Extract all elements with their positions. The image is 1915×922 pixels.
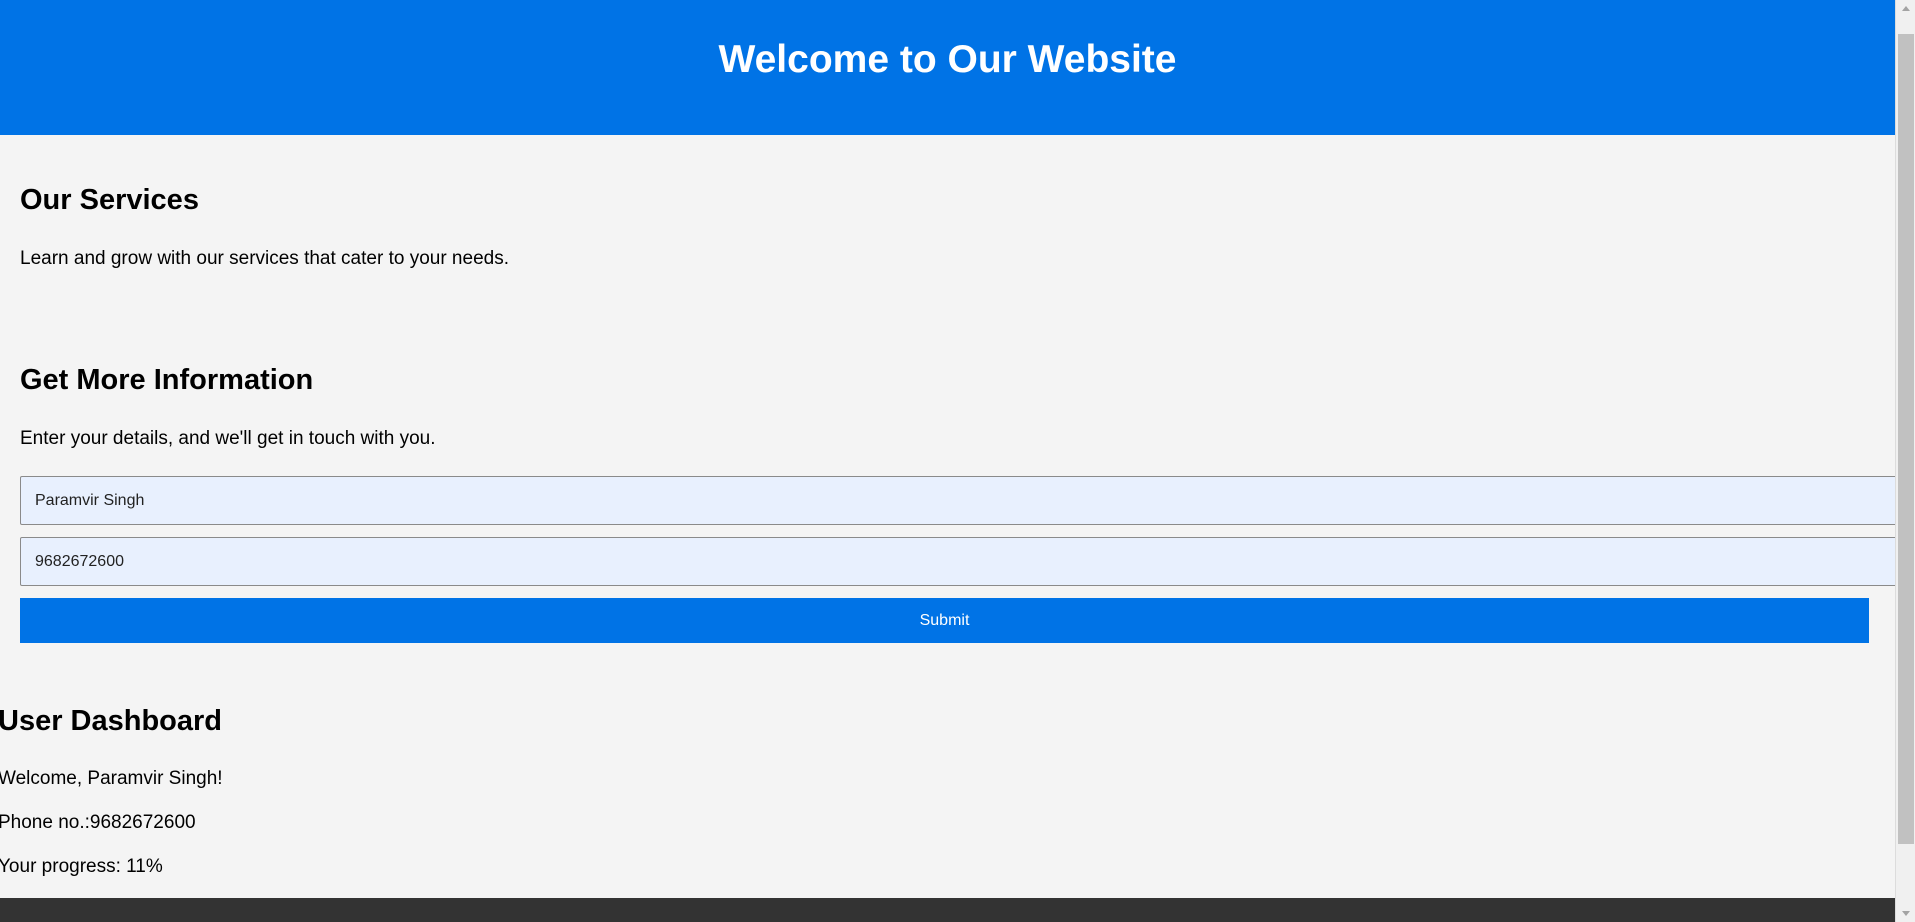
dashboard-heading: User Dashboard [0,705,223,737]
scroll-up-button[interactable] [1896,0,1915,17]
site-footer [0,898,1895,922]
vertical-scrollbar[interactable] [1895,0,1915,922]
services-heading: Our Services [20,184,199,216]
site-header: Welcome to Our Website [0,0,1895,135]
name-input[interactable] [20,476,1895,525]
dashboard-phone-text: Phone no.:9682672600 [0,812,196,833]
scrollbar-thumb[interactable] [1898,34,1914,844]
dashboard-progress-text: Your progress: 11% [0,856,163,877]
submit-button[interactable]: Submit [20,598,1869,643]
info-form-heading: Get More Information [20,364,314,396]
phone-input[interactable] [20,537,1895,586]
chevron-up-icon [1901,6,1910,11]
info-form-description: Enter your details, and we'll get in tou… [20,428,436,449]
services-description: Learn and grow with our services that ca… [20,248,509,269]
dashboard-welcome-text: Welcome, Paramvir Singh! [0,768,223,789]
page-viewport: Welcome to Our Website Our Services Lear… [0,0,1895,922]
chevron-down-icon [1901,911,1910,916]
scroll-down-button[interactable] [1896,905,1915,922]
page-title: Welcome to Our Website [718,37,1177,81]
